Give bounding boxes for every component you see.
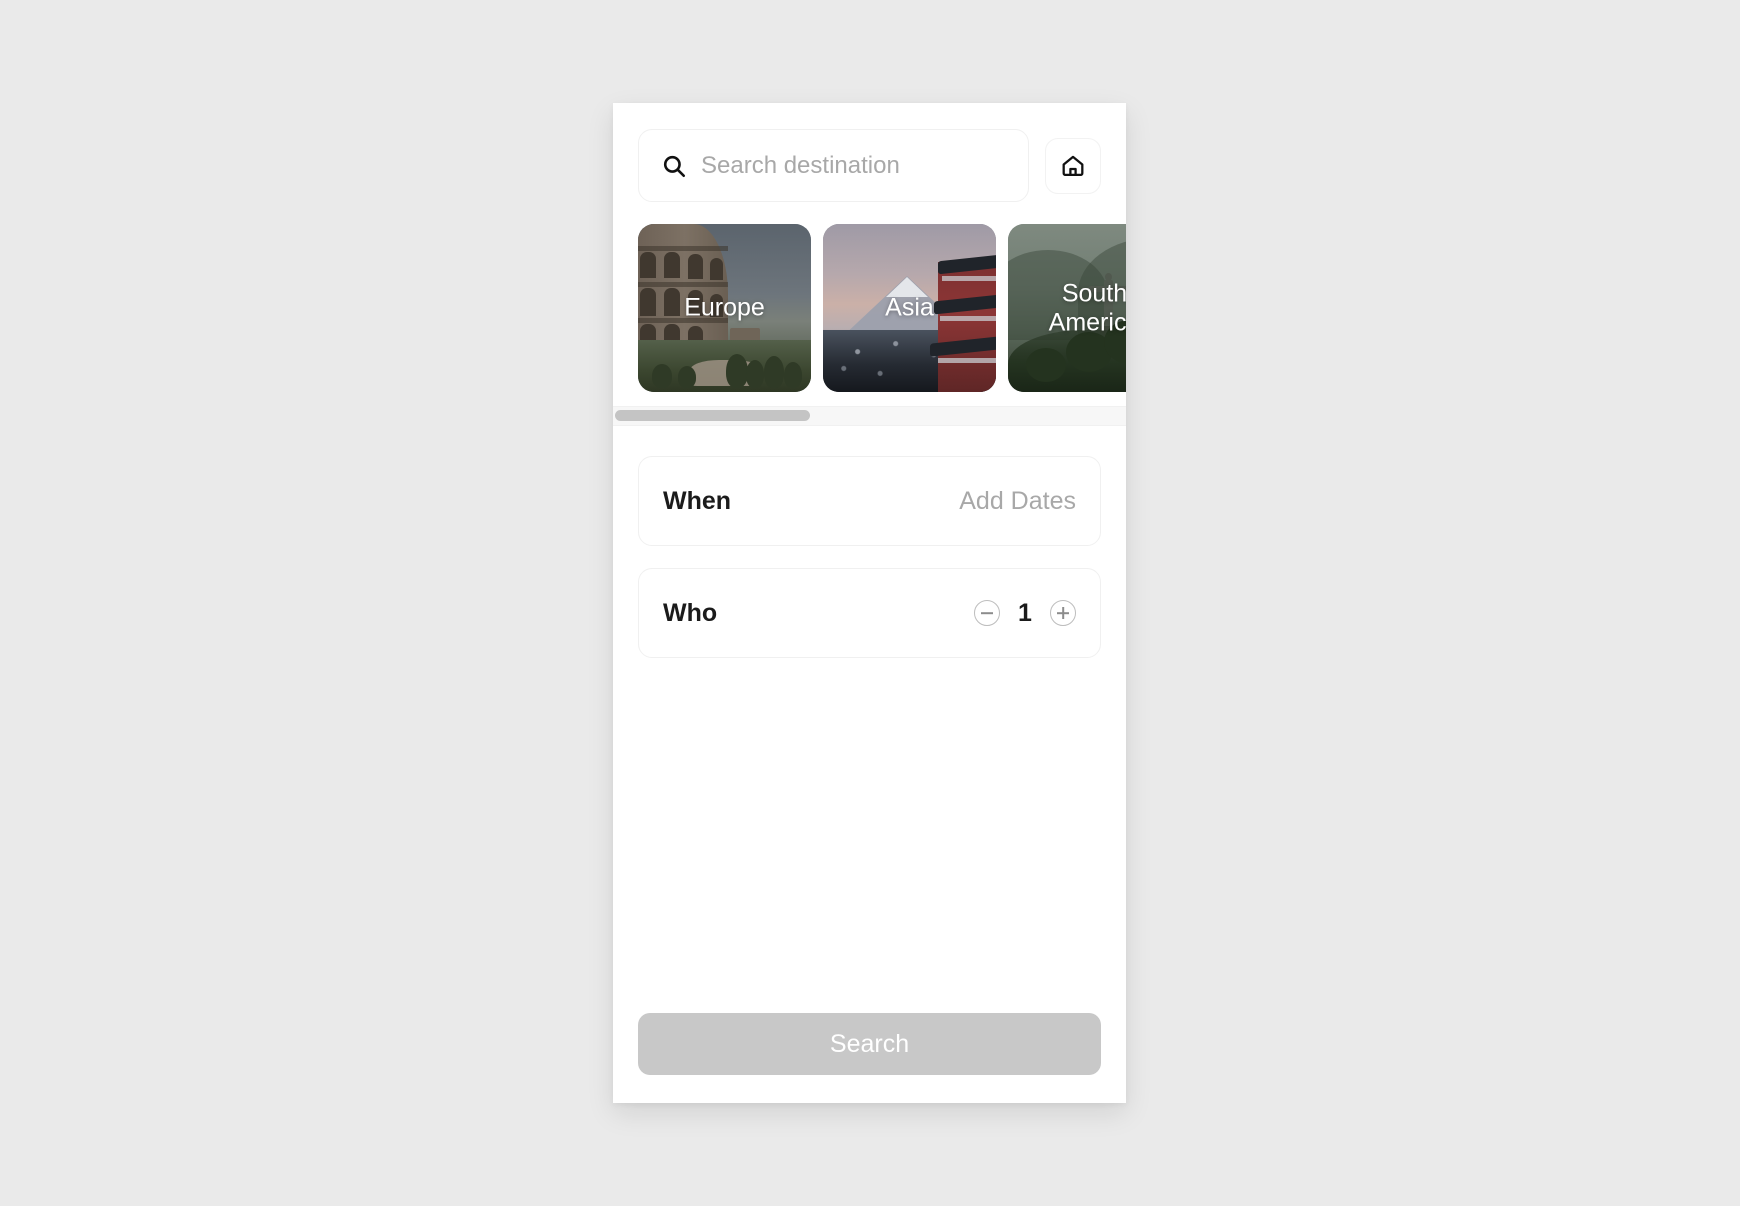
guest-stepper: 1	[974, 599, 1076, 628]
when-field[interactable]: When Add Dates	[638, 456, 1101, 546]
app-frame: Europe Asia	[613, 103, 1126, 1103]
plus-circle-icon[interactable]	[1050, 600, 1076, 626]
search-row	[613, 103, 1126, 202]
search-fields: When Add Dates Who 1	[613, 426, 1126, 658]
destination-card-label: Asia	[885, 293, 934, 322]
guest-count: 1	[1018, 598, 1032, 627]
who-label: Who	[663, 598, 718, 627]
home-icon	[1060, 153, 1086, 179]
destination-card-label: Europe	[684, 293, 765, 322]
search-field-container[interactable]	[638, 129, 1029, 202]
search-button[interactable]: Search	[638, 1013, 1101, 1075]
destination-carousel[interactable]: Europe Asia South Americ	[613, 224, 1126, 392]
home-button[interactable]	[1045, 137, 1101, 194]
carousel-scrollbar-track[interactable]	[613, 406, 1126, 426]
destination-carousel-wrapper: Europe Asia South Americ	[613, 224, 1126, 392]
destination-card-south-america[interactable]: South America	[1008, 224, 1126, 392]
footer: Search	[613, 1013, 1126, 1103]
who-field[interactable]: Who 1	[638, 568, 1101, 658]
search-icon	[661, 153, 687, 179]
when-value[interactable]: Add Dates	[959, 487, 1076, 516]
destination-card-europe[interactable]: Europe	[638, 224, 811, 392]
minus-circle-icon[interactable]	[974, 600, 1000, 626]
search-input[interactable]	[701, 151, 1006, 180]
carousel-scrollbar-thumb[interactable]	[615, 410, 810, 421]
when-label: When	[663, 486, 732, 515]
page-background: Europe Asia	[0, 0, 1740, 1206]
destination-card-label: South America	[1048, 279, 1126, 336]
destination-card-asia[interactable]: Asia	[823, 224, 996, 392]
